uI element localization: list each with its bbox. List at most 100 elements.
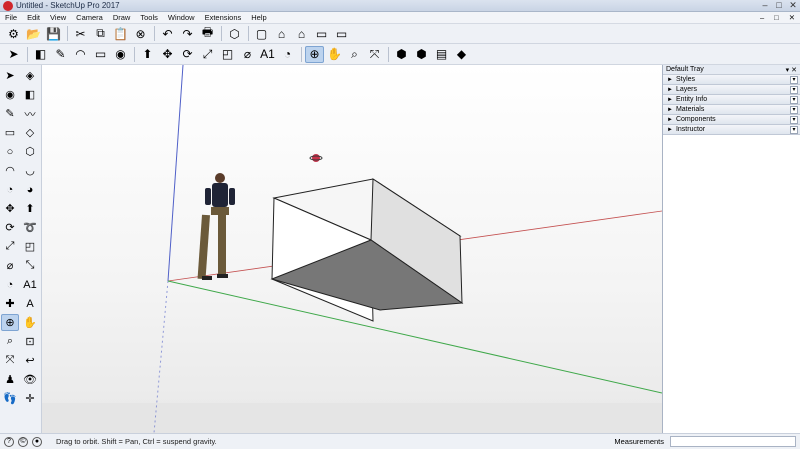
move-icon[interactable]: ✥: [158, 46, 177, 63]
position-camera-icon[interactable]: ♟: [1, 371, 19, 388]
save-icon[interactable]: 💾: [44, 25, 63, 42]
polygon-icon[interactable]: ⬡: [21, 143, 39, 160]
menu-camera[interactable]: Camera: [71, 13, 108, 22]
tray-controls[interactable]: ▾ ✕: [786, 66, 800, 74]
two-point-arc-icon[interactable]: ◡: [21, 162, 39, 179]
getting-started-icon[interactable]: ⚙: [4, 25, 23, 42]
menu-edit[interactable]: Edit: [22, 13, 45, 22]
ruby-console-icon[interactable]: ◆: [452, 46, 471, 63]
doc-close-button[interactable]: ✕: [784, 13, 800, 22]
tray-panel-layers[interactable]: ► Layers ▾: [663, 85, 800, 95]
tray-panel-components[interactable]: ► Components ▾: [663, 115, 800, 125]
geo-location-icon[interactable]: ?: [4, 436, 14, 447]
freehand-icon[interactable]: 〰: [21, 105, 39, 122]
erase-icon[interactable]: ⊗: [131, 25, 150, 42]
measurements-input[interactable]: [670, 436, 796, 447]
home-icon[interactable]: ⌂: [272, 25, 291, 42]
copy-icon[interactable]: ⧉: [91, 25, 110, 42]
pan-icon[interactable]: ✋: [325, 46, 344, 63]
arc-icon[interactable]: ◠: [71, 46, 90, 63]
scale-icon[interactable]: ⤢: [1, 238, 19, 255]
3d-text-icon[interactable]: A: [21, 295, 39, 312]
expand-arrow-icon[interactable]: ►: [667, 117, 673, 123]
panel-menu-icon[interactable]: ▾: [790, 75, 798, 84]
tray-panel-materials[interactable]: ► Materials ▾: [663, 105, 800, 115]
extension-warehouse-icon[interactable]: ⬢: [412, 46, 431, 63]
menu-draw[interactable]: Draw: [108, 13, 136, 22]
maximize-button[interactable]: □: [772, 0, 786, 11]
menu-help[interactable]: Help: [246, 13, 271, 22]
zoom-icon[interactable]: ⌕: [345, 46, 364, 63]
eraser-icon[interactable]: ◧: [31, 46, 50, 63]
panel-menu-icon[interactable]: ▾: [790, 95, 798, 104]
eraser-icon[interactable]: ◧: [21, 86, 39, 103]
rectangle-icon[interactable]: ▭: [91, 46, 110, 63]
expand-arrow-icon[interactable]: ►: [667, 97, 673, 103]
expand-arrow-icon[interactable]: ►: [667, 87, 673, 93]
circle-icon[interactable]: ○: [1, 143, 19, 160]
move-icon[interactable]: ✥: [1, 200, 19, 217]
doc-minimize-button[interactable]: –: [755, 13, 769, 22]
line-icon[interactable]: ✎: [51, 46, 70, 63]
zoom-extents-icon[interactable]: ⤧: [365, 46, 384, 63]
orbit-icon[interactable]: ⊕: [305, 45, 324, 63]
pie-icon[interactable]: ◕: [21, 181, 39, 198]
make-component-icon[interactable]: ◈: [21, 67, 39, 84]
protractor-icon[interactable]: ◔: [1, 276, 19, 293]
menu-tools[interactable]: Tools: [135, 13, 163, 22]
paint-bucket-icon[interactable]: ◉: [1, 86, 19, 103]
axes-icon[interactable]: ✚: [1, 295, 19, 312]
user-icon[interactable]: ●: [32, 436, 42, 447]
panel-menu-icon[interactable]: ▾: [790, 105, 798, 114]
minimize-button[interactable]: –: [758, 0, 772, 11]
menu-file[interactable]: File: [0, 13, 22, 22]
offset-icon[interactable]: ◰: [21, 238, 39, 255]
paint-bucket-icon[interactable]: ◉: [111, 46, 130, 63]
walk-icon[interactable]: 👣: [1, 390, 19, 407]
rotate-icon[interactable]: ⟳: [178, 46, 197, 63]
expand-arrow-icon[interactable]: ►: [667, 107, 673, 113]
protractor-icon[interactable]: ◔: [278, 46, 297, 63]
tray-panel-entity-info[interactable]: ► Entity Info ▾: [663, 95, 800, 105]
section-plane-icon[interactable]: ✛: [21, 390, 39, 407]
panel-menu-icon[interactable]: ▾: [790, 85, 798, 94]
tape-measure-icon[interactable]: ⌀: [1, 257, 19, 274]
zoom-window-icon[interactable]: ⊡: [21, 333, 39, 350]
right-view-icon[interactable]: ▭: [312, 25, 331, 42]
panel-menu-icon[interactable]: ▾: [790, 115, 798, 124]
layout-icon[interactable]: ▤: [432, 46, 451, 63]
model-info-icon[interactable]: ⬡: [225, 25, 244, 42]
follow-me-icon[interactable]: ➰: [21, 219, 39, 236]
tray-panel-styles[interactable]: ► Styles ▾: [663, 75, 800, 85]
credits-icon[interactable]: ©: [18, 436, 28, 447]
text-icon[interactable]: A1: [21, 276, 39, 293]
rotate-icon[interactable]: ⟳: [1, 219, 19, 236]
push-pull-icon[interactable]: ⬆: [21, 200, 39, 217]
select-icon[interactable]: ➤: [1, 67, 19, 84]
dimension-icon[interactable]: ⤡: [21, 257, 39, 274]
orbit-icon[interactable]: ⊕: [1, 314, 19, 331]
scale-icon[interactable]: ⤢: [198, 46, 217, 63]
undo-icon[interactable]: ↶: [158, 25, 177, 42]
open-icon[interactable]: 📂: [24, 25, 43, 42]
menu-extensions[interactable]: Extensions: [200, 13, 247, 22]
expand-arrow-icon[interactable]: ►: [667, 77, 673, 83]
print-icon[interactable]: 🖶: [198, 25, 217, 42]
rotated-rectangle-icon[interactable]: ◇: [21, 124, 39, 141]
panel-menu-icon[interactable]: ▾: [790, 125, 798, 134]
select-icon[interactable]: ➤: [4, 46, 23, 63]
line-icon[interactable]: ✎: [1, 105, 19, 122]
rectangle-icon[interactable]: ▭: [1, 124, 19, 141]
model-viewport[interactable]: [42, 65, 662, 433]
tray-panel-instructor[interactable]: ► Instructor ▾: [663, 125, 800, 135]
close-button[interactable]: ✕: [786, 0, 800, 11]
zoom-icon[interactable]: ⌕: [1, 333, 19, 350]
doc-restore-button[interactable]: □: [769, 13, 784, 22]
expand-arrow-icon[interactable]: ►: [667, 127, 673, 133]
menu-window[interactable]: Window: [163, 13, 200, 22]
zoom-extents-icon[interactable]: ⤧: [1, 352, 19, 369]
redo-icon[interactable]: ↷: [178, 25, 197, 42]
offset-icon[interactable]: ◰: [218, 46, 237, 63]
look-around-icon[interactable]: 👁: [21, 371, 39, 388]
tape-measure-icon[interactable]: ⌀: [238, 46, 257, 63]
